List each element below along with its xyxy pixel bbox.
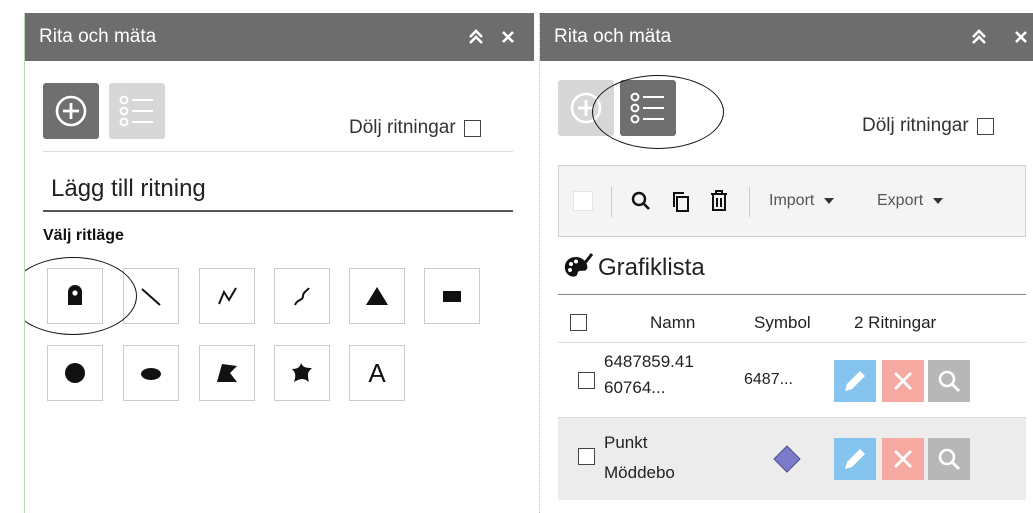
drawing-list-tab-button[interactable] xyxy=(109,83,165,139)
add-drawing-tab-button[interactable] xyxy=(558,80,614,136)
add-drawing-title: Lägg till ritning xyxy=(51,175,206,202)
copy-button[interactable] xyxy=(671,191,691,213)
circle-icon xyxy=(65,363,85,383)
draw-ellipse-button[interactable] xyxy=(123,345,179,401)
row-name: 6487859.41 60764... xyxy=(604,352,694,397)
list-row[interactable]: Punkt Möddebo xyxy=(558,418,1026,500)
drawing-list-tab-button[interactable] xyxy=(620,80,676,136)
search-icon xyxy=(938,370,961,393)
draw-triangle-button[interactable] xyxy=(349,268,405,324)
double-chevron-up-icon xyxy=(469,29,483,44)
list-row[interactable]: 6487859.41 60764... 6487... xyxy=(558,346,1026,416)
text-icon: A xyxy=(368,357,386,388)
search-button[interactable] xyxy=(631,191,651,211)
hide-drawings-checkbox[interactable] xyxy=(463,119,481,137)
copy-icon xyxy=(673,192,689,212)
draw-text-button[interactable]: A xyxy=(349,345,405,401)
edit-button[interactable] xyxy=(834,360,876,402)
draw-freehand-line-button[interactable] xyxy=(274,268,330,324)
panel-titlebar: Rita och mäta xyxy=(540,13,1033,61)
list-toolbar: Import Export xyxy=(558,165,1026,237)
add-drawing-tab-button[interactable] xyxy=(43,83,99,139)
hide-drawings-label: Dölj ritningar xyxy=(349,117,456,138)
delete-row-button[interactable] xyxy=(882,360,924,402)
search-icon xyxy=(631,191,650,210)
list-header: Namn Symbol 2 Ritningar xyxy=(558,313,1026,343)
export-label: Export xyxy=(877,192,924,209)
delete-row-button[interactable] xyxy=(882,438,924,480)
close-button[interactable] xyxy=(1005,21,1033,53)
plus-circle-icon xyxy=(570,92,602,124)
toolbar-separator xyxy=(749,187,750,217)
hide-drawings-toggle[interactable]: Dölj ritningar xyxy=(862,115,994,137)
close-icon xyxy=(502,31,514,43)
hide-drawings-toggle[interactable]: Dölj ritningar xyxy=(349,117,481,139)
freehand-polygon-icon xyxy=(292,363,312,382)
close-icon xyxy=(894,450,912,468)
draw-mode-label: Välj ritläge xyxy=(43,227,124,244)
zoom-to-button[interactable] xyxy=(928,360,970,402)
row-checkbox[interactable] xyxy=(578,372,595,394)
draw-point-button[interactable] xyxy=(47,268,103,324)
zoom-to-button[interactable] xyxy=(928,438,970,480)
close-icon xyxy=(1015,31,1027,43)
draw-polygon-button[interactable] xyxy=(199,345,255,401)
diamond-icon xyxy=(772,444,802,479)
ellipse-icon xyxy=(141,368,161,380)
column-header-name: Namn xyxy=(650,313,696,332)
delete-button[interactable] xyxy=(709,190,729,212)
title-underline xyxy=(43,210,513,212)
panel-titlebar: Rita och mäta xyxy=(25,13,534,61)
list-icon xyxy=(630,92,664,124)
caret-down-icon xyxy=(824,198,835,204)
draw-line-button[interactable] xyxy=(123,268,179,324)
list-icon xyxy=(119,95,153,127)
column-header-symbol: Symbol xyxy=(754,313,811,332)
trash-icon xyxy=(711,190,727,211)
caret-down-icon xyxy=(933,198,944,204)
rectangle-icon xyxy=(443,291,461,302)
import-label: Import xyxy=(769,192,815,209)
plus-circle-icon xyxy=(55,95,87,127)
pencil-icon xyxy=(845,449,865,469)
double-chevron-up-icon xyxy=(972,29,986,44)
header-divider xyxy=(558,342,1026,343)
draw-rectangle-button[interactable] xyxy=(424,268,480,324)
point-marker-icon xyxy=(68,285,82,305)
collapse-button[interactable] xyxy=(963,21,995,53)
select-all-checkbox[interactable] xyxy=(573,191,593,211)
draw-polyline-button[interactable] xyxy=(199,268,255,324)
heading-underline xyxy=(558,294,1026,295)
palette-brush-icon xyxy=(564,253,594,277)
graphics-list-title: Grafiklista xyxy=(598,254,705,281)
close-button[interactable] xyxy=(492,21,524,53)
row-name: Punkt Möddebo xyxy=(604,433,675,482)
draw-measure-panel-right: Rita och mäta Dölj ritningar Import Expo… xyxy=(539,13,1033,513)
polygon-icon xyxy=(217,364,237,382)
row-symbol-text: 6487... xyxy=(744,371,793,388)
toolbar-separator xyxy=(611,187,612,217)
edit-button[interactable] xyxy=(834,438,876,480)
row-checkbox[interactable] xyxy=(578,448,595,470)
divider xyxy=(43,151,513,152)
draw-measure-panel-left: Rita och mäta Dölj ritningar Lägg till r… xyxy=(24,13,534,513)
hide-drawings-checkbox[interactable] xyxy=(976,117,994,135)
graphics-list-heading: Grafiklista xyxy=(562,253,705,283)
collapse-button[interactable] xyxy=(460,21,492,53)
panel-title: Rita och mäta xyxy=(39,26,157,47)
freehand-line-icon xyxy=(294,287,310,306)
hide-drawings-label: Dölj ritningar xyxy=(862,115,969,136)
search-icon xyxy=(938,448,961,471)
import-dropdown[interactable]: Import xyxy=(769,192,835,210)
pencil-icon xyxy=(845,371,865,391)
column-header-count: 2 Ritningar xyxy=(854,313,937,332)
panel-title: Rita och mäta xyxy=(554,26,672,47)
close-icon xyxy=(894,372,912,390)
export-dropdown[interactable]: Export xyxy=(877,192,944,210)
draw-freehand-polygon-button[interactable] xyxy=(274,345,330,401)
triangle-icon xyxy=(366,287,388,305)
polyline-icon xyxy=(218,287,237,305)
line-icon xyxy=(141,288,161,306)
draw-circle-button[interactable] xyxy=(47,345,103,401)
